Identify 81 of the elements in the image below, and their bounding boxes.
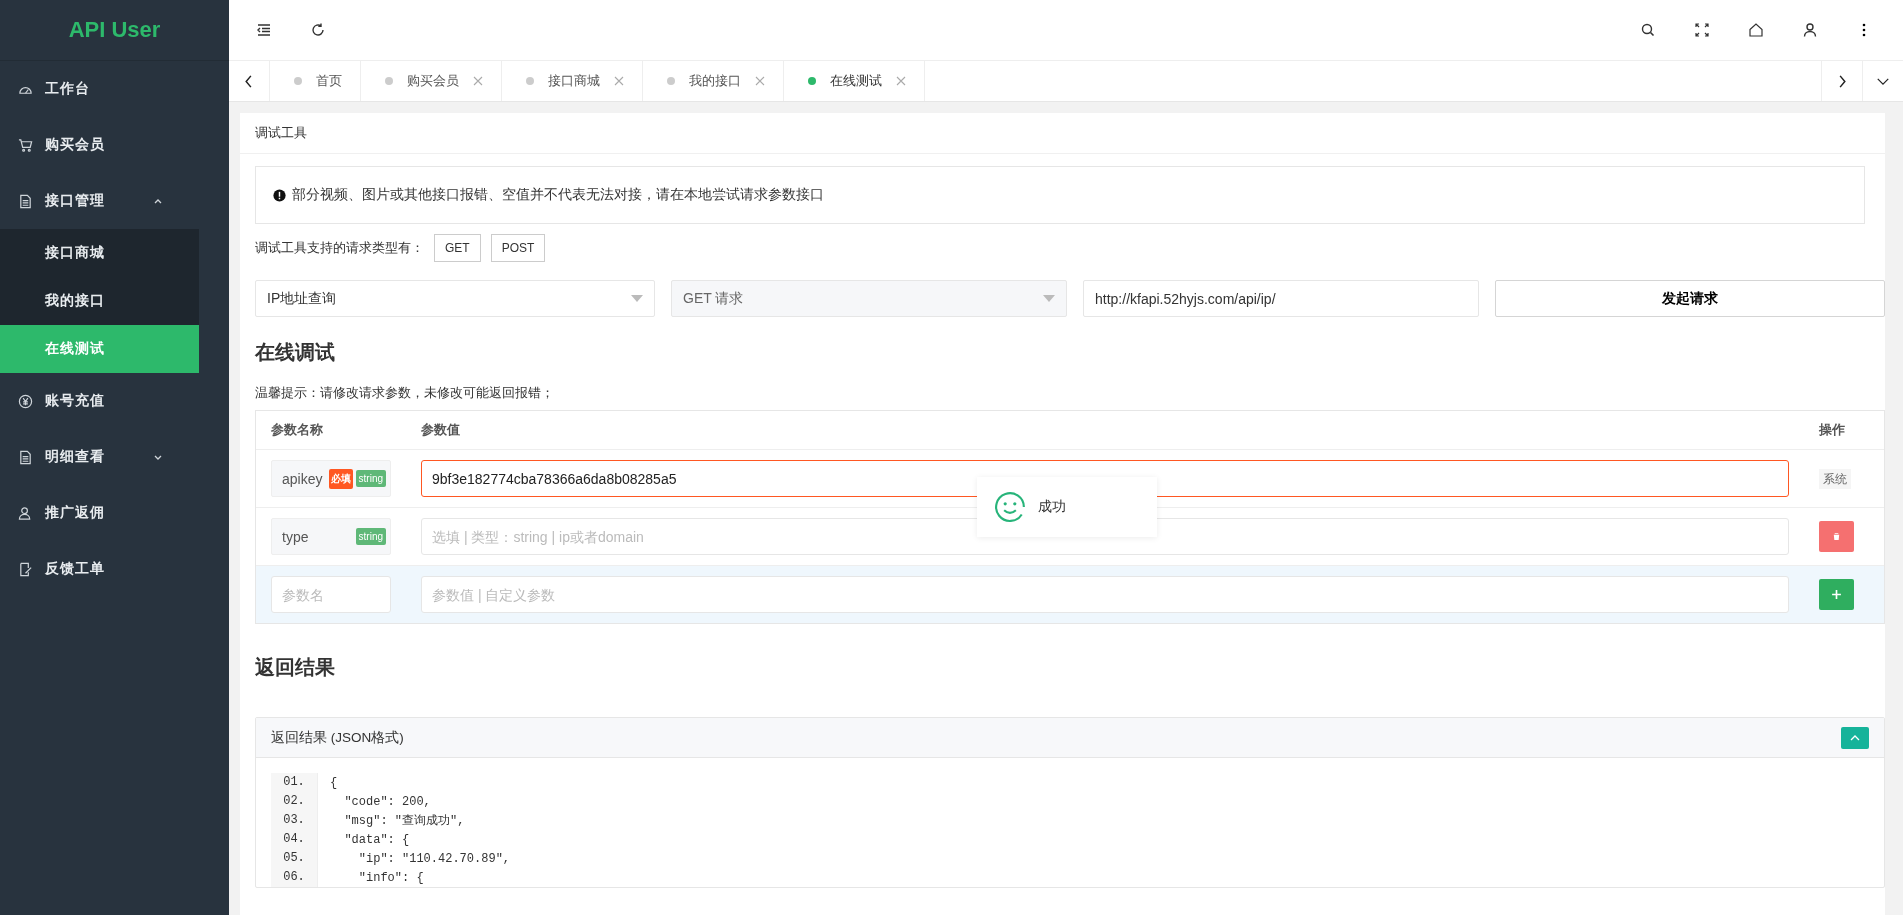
param-name-field[interactable]: 参数名 <box>271 576 391 613</box>
type-tag: string <box>355 470 386 487</box>
sidebar-subitem[interactable]: 接口商城 <box>0 229 199 277</box>
line-number: 05. <box>271 849 318 868</box>
column-header: 参数名称 <box>270 421 324 439</box>
sidebar-item[interactable]: 工作台 <box>0 61 229 117</box>
trash-icon <box>1832 532 1841 541</box>
code-line: "data": { <box>343 832 410 847</box>
section-heading: 在线调试 <box>255 340 336 365</box>
user-icon <box>18 505 33 521</box>
edit-icon <box>18 561 33 577</box>
sidebar-subitem[interactable]: 我的接口 <box>0 277 199 325</box>
add-button[interactable] <box>1819 579 1854 610</box>
card-title: 调试工具 <box>240 113 1885 154</box>
sidebar-item[interactable]: 推广返佣 <box>0 485 229 541</box>
line-number: 03. <box>271 811 318 830</box>
tab[interactable]: 在线测试 <box>784 61 925 101</box>
methods-label: 调试工具支持的请求类型有： <box>255 239 424 257</box>
method-tag: POST <box>490 234 546 262</box>
code-line: "info": { <box>357 870 424 885</box>
plus-icon <box>1831 589 1842 600</box>
document-icon <box>18 193 33 209</box>
document-icon <box>18 449 33 465</box>
code-line: "code": 200, <box>343 794 431 809</box>
tab[interactable]: 购买会员 <box>361 61 502 101</box>
tab[interactable]: 接口商城 <box>502 61 643 101</box>
exclamation-icon <box>273 188 286 202</box>
column-header: 参数值 <box>421 421 461 439</box>
api-select[interactable]: IP地址查询 <box>255 280 655 317</box>
chevron-left-icon <box>244 73 254 89</box>
chevron-right-icon <box>1837 73 1847 89</box>
type-tag: string <box>355 528 386 545</box>
tab-label: 接口商城 <box>548 72 600 90</box>
alert-text: 部分视频、图片或其他接口报错、空值并不代表无法对接，请在本地尝试请求参数接口 <box>292 186 824 204</box>
code-line: { <box>329 775 338 790</box>
sidebar-item[interactable]: 购买会员 <box>0 117 229 173</box>
tab-label: 我的接口 <box>689 72 741 90</box>
line-number: 01. <box>271 773 318 792</box>
sidebar-item[interactable]: 账号充值 <box>0 373 229 429</box>
sidebar-item[interactable]: 接口管理 <box>0 173 229 229</box>
dropdown-icon <box>1043 294 1055 303</box>
column-header: 操作 <box>1819 421 1846 439</box>
smiley-icon <box>994 491 1026 523</box>
chevron-down-icon <box>1876 76 1890 86</box>
toast-text: 成功 <box>1038 498 1066 516</box>
hint-text: 温馨提示：请修改请求参数，未修改可能返回报错； <box>255 384 555 402</box>
line-number: 02. <box>271 792 318 811</box>
sidebar-item[interactable]: 反馈工单 <box>0 541 229 597</box>
section-heading: 返回结果 <box>255 655 336 680</box>
tab[interactable]: 我的接口 <box>643 61 784 101</box>
line-number: 06. <box>271 868 318 887</box>
panel-title: 返回结果 (JSON格式) <box>271 728 404 747</box>
close-icon[interactable] <box>896 76 906 86</box>
close-icon[interactable] <box>755 76 765 86</box>
param-value-field[interactable]: 9bf3e182774cba78366a6da8b08285a5 <box>421 460 1789 497</box>
tab-label: 在线测试 <box>830 72 882 90</box>
system-tag: 系统 <box>1819 468 1851 489</box>
method-select[interactable]: GET 请求 <box>671 280 1067 317</box>
tab-label: 首页 <box>316 72 342 90</box>
param-value-field[interactable]: 参数值 | 自定义参数 <box>421 576 1789 613</box>
close-icon[interactable] <box>473 76 483 86</box>
param-name-text: type <box>282 528 310 545</box>
sidebar-item[interactable]: 明细查看 <box>0 429 229 485</box>
required-tag: 必填 <box>328 468 353 489</box>
tab-label: 购买会员 <box>407 72 459 90</box>
code-line: "ip": "110.42.70.89", <box>357 851 511 866</box>
cart-icon <box>18 137 33 153</box>
code-line: "msg": "查询成功", <box>343 813 465 829</box>
tab[interactable]: 首页 <box>270 61 361 101</box>
collapse-button[interactable] <box>1841 726 1869 749</box>
param-name-text: apikey <box>282 470 324 487</box>
delete-button[interactable] <box>1819 521 1854 552</box>
yen-icon <box>18 393 33 409</box>
dropdown-icon <box>631 294 643 303</box>
line-number: 04. <box>271 830 318 849</box>
param-value-field[interactable]: 选填 | 类型：string | ip或者domain <box>421 518 1789 555</box>
chevron-up-icon <box>1850 734 1860 741</box>
submit-button[interactable]: 发起请求 <box>1495 280 1885 317</box>
url-field[interactable]: http://kfapi.52hyjs.com/api/ip/ <box>1083 280 1479 317</box>
close-icon[interactable] <box>614 76 624 86</box>
method-tag: GET <box>434 234 481 262</box>
